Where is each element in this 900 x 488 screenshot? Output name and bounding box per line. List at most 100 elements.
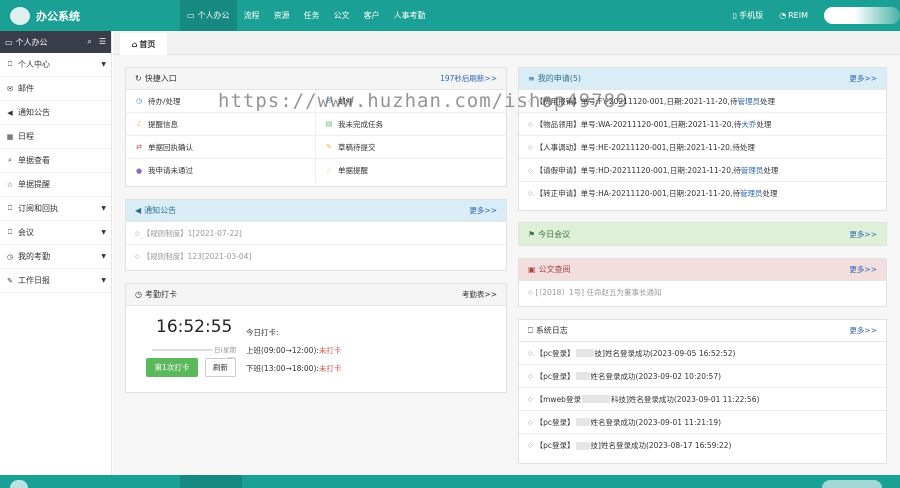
topnav-label: 客户 <box>363 11 380 20</box>
topnav-item-0[interactable]: ▭ 个人办公 <box>180 0 237 31</box>
reim-link[interactable]: ◔ REIM <box>779 11 808 20</box>
quick-entry-item-5[interactable]: ✎ 草稿待提交 <box>316 136 506 159</box>
notice-more-link[interactable]: 更多>> <box>469 205 497 216</box>
sidebar-item-icon: ⎕ <box>7 228 13 236</box>
sidebar-item-1[interactable]: ✉ 邮件 <box>0 77 111 101</box>
topnav-item-6[interactable]: 人事考勤 <box>387 0 433 31</box>
sidebar-header: ▭ 个人办公 ⌕ ☰ <box>0 31 111 53</box>
sidebar-item-icon: ⎕ <box>7 204 13 212</box>
topnav-item-3[interactable]: 任务 <box>297 0 327 31</box>
application-item[interactable]: ◇ 【转正申请】单号:HA-20211120-001,日期:2021-11-20,… <box>519 182 886 205</box>
clock-time: 16:52:55 <box>156 317 233 337</box>
bottom-logo <box>10 480 28 488</box>
menu-icon[interactable]: ☰ <box>99 37 106 47</box>
sidebar-item-7[interactable]: ⎕ 会议 ▼ <box>0 221 111 245</box>
log-tag: 【pc登录】 <box>535 417 575 427</box>
main-content: ↻ 快捷入口 197秒后刷新>> ◷ 待办/处理 ✉ 邮件 ♪ 提醒信息 ▤ 我未完成任务 ⇄ 单… <box>113 55 900 475</box>
caret-down-icon: ▼ <box>101 229 106 236</box>
mobile-link[interactable]: ▯ 手机版 <box>733 10 763 21</box>
meeting-more-link[interactable]: 更多>> <box>849 229 877 240</box>
morning-shift: 上班(09:00→12:00):未打卡 <box>246 346 342 355</box>
sidebar-item-9[interactable]: ✎ 工作日报 ▼ <box>0 269 111 293</box>
notice-item[interactable]: ◇ 【规则制度】1[2021-07-22] <box>126 222 506 245</box>
speaker-icon: ◀ <box>135 206 142 215</box>
quick-entry-icon: ◷ <box>135 97 143 105</box>
document-item[interactable]: ◇ [〔2018〕1号] 任命赵五为董事长通知 <box>519 281 886 304</box>
quick-entry-label: 我未完成任务 <box>338 119 383 129</box>
quick-entry-label: 单据回执确认 <box>148 142 193 152</box>
sidebar-item-0[interactable]: ⎕ 个人中心 ▼ <box>0 53 111 77</box>
application-suffix: 处理 <box>763 165 779 175</box>
search-icon[interactable]: ⌕ <box>87 37 91 47</box>
redacted-text <box>575 418 590 426</box>
attendance-sheet-link[interactable]: 考勤表>> <box>462 289 497 300</box>
notice-item[interactable]: ◇ 【规则制度】123[2021-03-04] <box>126 245 506 268</box>
bullet-icon: ◇ <box>528 190 533 197</box>
document-more-link[interactable]: 更多>> <box>849 264 877 275</box>
quick-entry-item-7[interactable]: ☆ 单据提醒 <box>316 159 506 182</box>
topnav-item-4[interactable]: 公文 <box>327 0 357 31</box>
application-assignee[interactable]: 大乔 <box>741 119 756 130</box>
caret-down-icon: ▼ <box>101 277 106 284</box>
home-icon: ⌂ <box>131 39 138 49</box>
sidebar-item-2[interactable]: ◀ 通知公告 <box>0 101 111 125</box>
sidebar-item-label: 个人中心 <box>18 60 50 69</box>
application-text: 【人事调动】单号:HE-20211120-001,日期:2021-11-20,待… <box>535 142 755 152</box>
user-avatar[interactable] <box>824 7 900 24</box>
top-right: ▯ 手机版 ◔ REIM <box>733 0 900 31</box>
applications-more-link[interactable]: 更多>> <box>849 73 877 84</box>
application-assignee[interactable]: 管理员 <box>737 96 760 107</box>
application-assignee[interactable]: 管理员 <box>740 188 763 199</box>
logo[interactable]: 办公系统 <box>10 6 80 25</box>
bottom-bar <box>0 475 900 488</box>
application-item[interactable]: ◇ 【人事调动】单号:HE-20211120-001,日期:2021-11-20,… <box>519 136 886 159</box>
log-tag: 【pc登录】 <box>535 441 575 450</box>
monitor-icon: ▭ <box>5 37 13 47</box>
briefcase-icon: ▣ <box>528 265 536 274</box>
log-item: ◇ 【mweb登录 科技]姓名登录成功(2023-09-01 11:22:56) <box>519 388 886 411</box>
topnav-item-5[interactable]: 客户 <box>357 0 387 31</box>
sidebar-item-8[interactable]: ◷ 我的考勤 ▼ <box>0 245 111 269</box>
application-item[interactable]: ◇ 【请假申请】单号:HD-20211120-001,日期:2021-11-20,… <box>519 159 886 182</box>
sidebar-item-label: 会议 <box>18 228 34 237</box>
sidebar-item-icon: ⌕ <box>8 156 12 164</box>
log-text: 姓名登录成功(2023-09-01 11:21:19) <box>590 417 722 427</box>
attendance-header: ◷ 考勤打卡 考勤表>> <box>126 284 506 306</box>
log-text: 科技]姓名登录成功(2023-09-01 11:22:56) <box>610 394 760 404</box>
topnav-label: 流程 <box>243 11 260 20</box>
quick-entry-item-3[interactable]: ▤ 我未完成任务 <box>316 113 506 136</box>
topnav-label: 人事考勤 <box>393 11 426 20</box>
sidebar-item-3[interactable]: ▦ 日程 <box>0 125 111 149</box>
topnav-item-1[interactable]: 流程 <box>237 0 267 31</box>
sidebar-item-6[interactable]: ⎕ 订阅和回执 ▼ <box>0 197 111 221</box>
topnav-item-2[interactable]: 资源 <box>267 0 297 31</box>
quick-entry-item-2[interactable]: ♪ 提醒信息 <box>126 113 316 136</box>
refresh-button[interactable]: 刷新 <box>205 358 236 377</box>
quick-entry-icon: ✎ <box>326 143 332 151</box>
sidebar-item-4[interactable]: ⌕ 单据查看 <box>0 149 111 173</box>
sidebar-item-icon: ☆ <box>6 180 14 189</box>
top-bar: 办公系统 ▭ 个人办公 流程 资源 任务 公文 客户 人事考勤 ▯ 手机版 ◔ REIM <box>0 0 900 31</box>
sidebar-item-label: 通知公告 <box>18 108 50 117</box>
app-title: 办公系统 <box>36 9 80 23</box>
auto-refresh-link[interactable]: 197秒后刷新>> <box>440 73 497 84</box>
application-assignee[interactable]: 管理员 <box>741 165 764 176</box>
application-item[interactable]: ◇ 【物品领用】单号:WA-20211120-001,日期:2021-11-20,… <box>519 113 886 136</box>
quick-entry-icon: ● <box>135 166 143 175</box>
monitor-icon: ▭ <box>187 11 195 20</box>
sidebar-item-label: 单据提醒 <box>18 180 50 189</box>
quick-entry-item-4[interactable]: ⇄ 单据回执确认 <box>126 136 316 159</box>
sidebar-item-icon: ✎ <box>7 276 13 285</box>
notice-header: ◀ 通知公告 更多>> <box>126 200 506 222</box>
log-item: ◇ 【pc登录】 技]姓名登录成功(2023-08-17 16:59:22) <box>519 434 886 457</box>
bullet-icon: ◇ <box>528 442 533 449</box>
flag-icon: ⚑ <box>528 229 536 239</box>
quick-entry-item-6[interactable]: ● 我申请未通过 <box>126 159 316 182</box>
caret-down-icon: ▼ <box>101 253 106 260</box>
sidebar-item-5[interactable]: ☆ 单据提醒 <box>0 173 111 197</box>
punch-button[interactable]: 第1次打卡 <box>146 358 198 377</box>
tab-home[interactable]: ⌂ 首页 <box>120 33 167 55</box>
log-more-link[interactable]: 更多>> <box>849 325 877 336</box>
application-suffix: 处理 <box>762 189 778 198</box>
caret-down-icon: ▼ <box>101 61 106 68</box>
